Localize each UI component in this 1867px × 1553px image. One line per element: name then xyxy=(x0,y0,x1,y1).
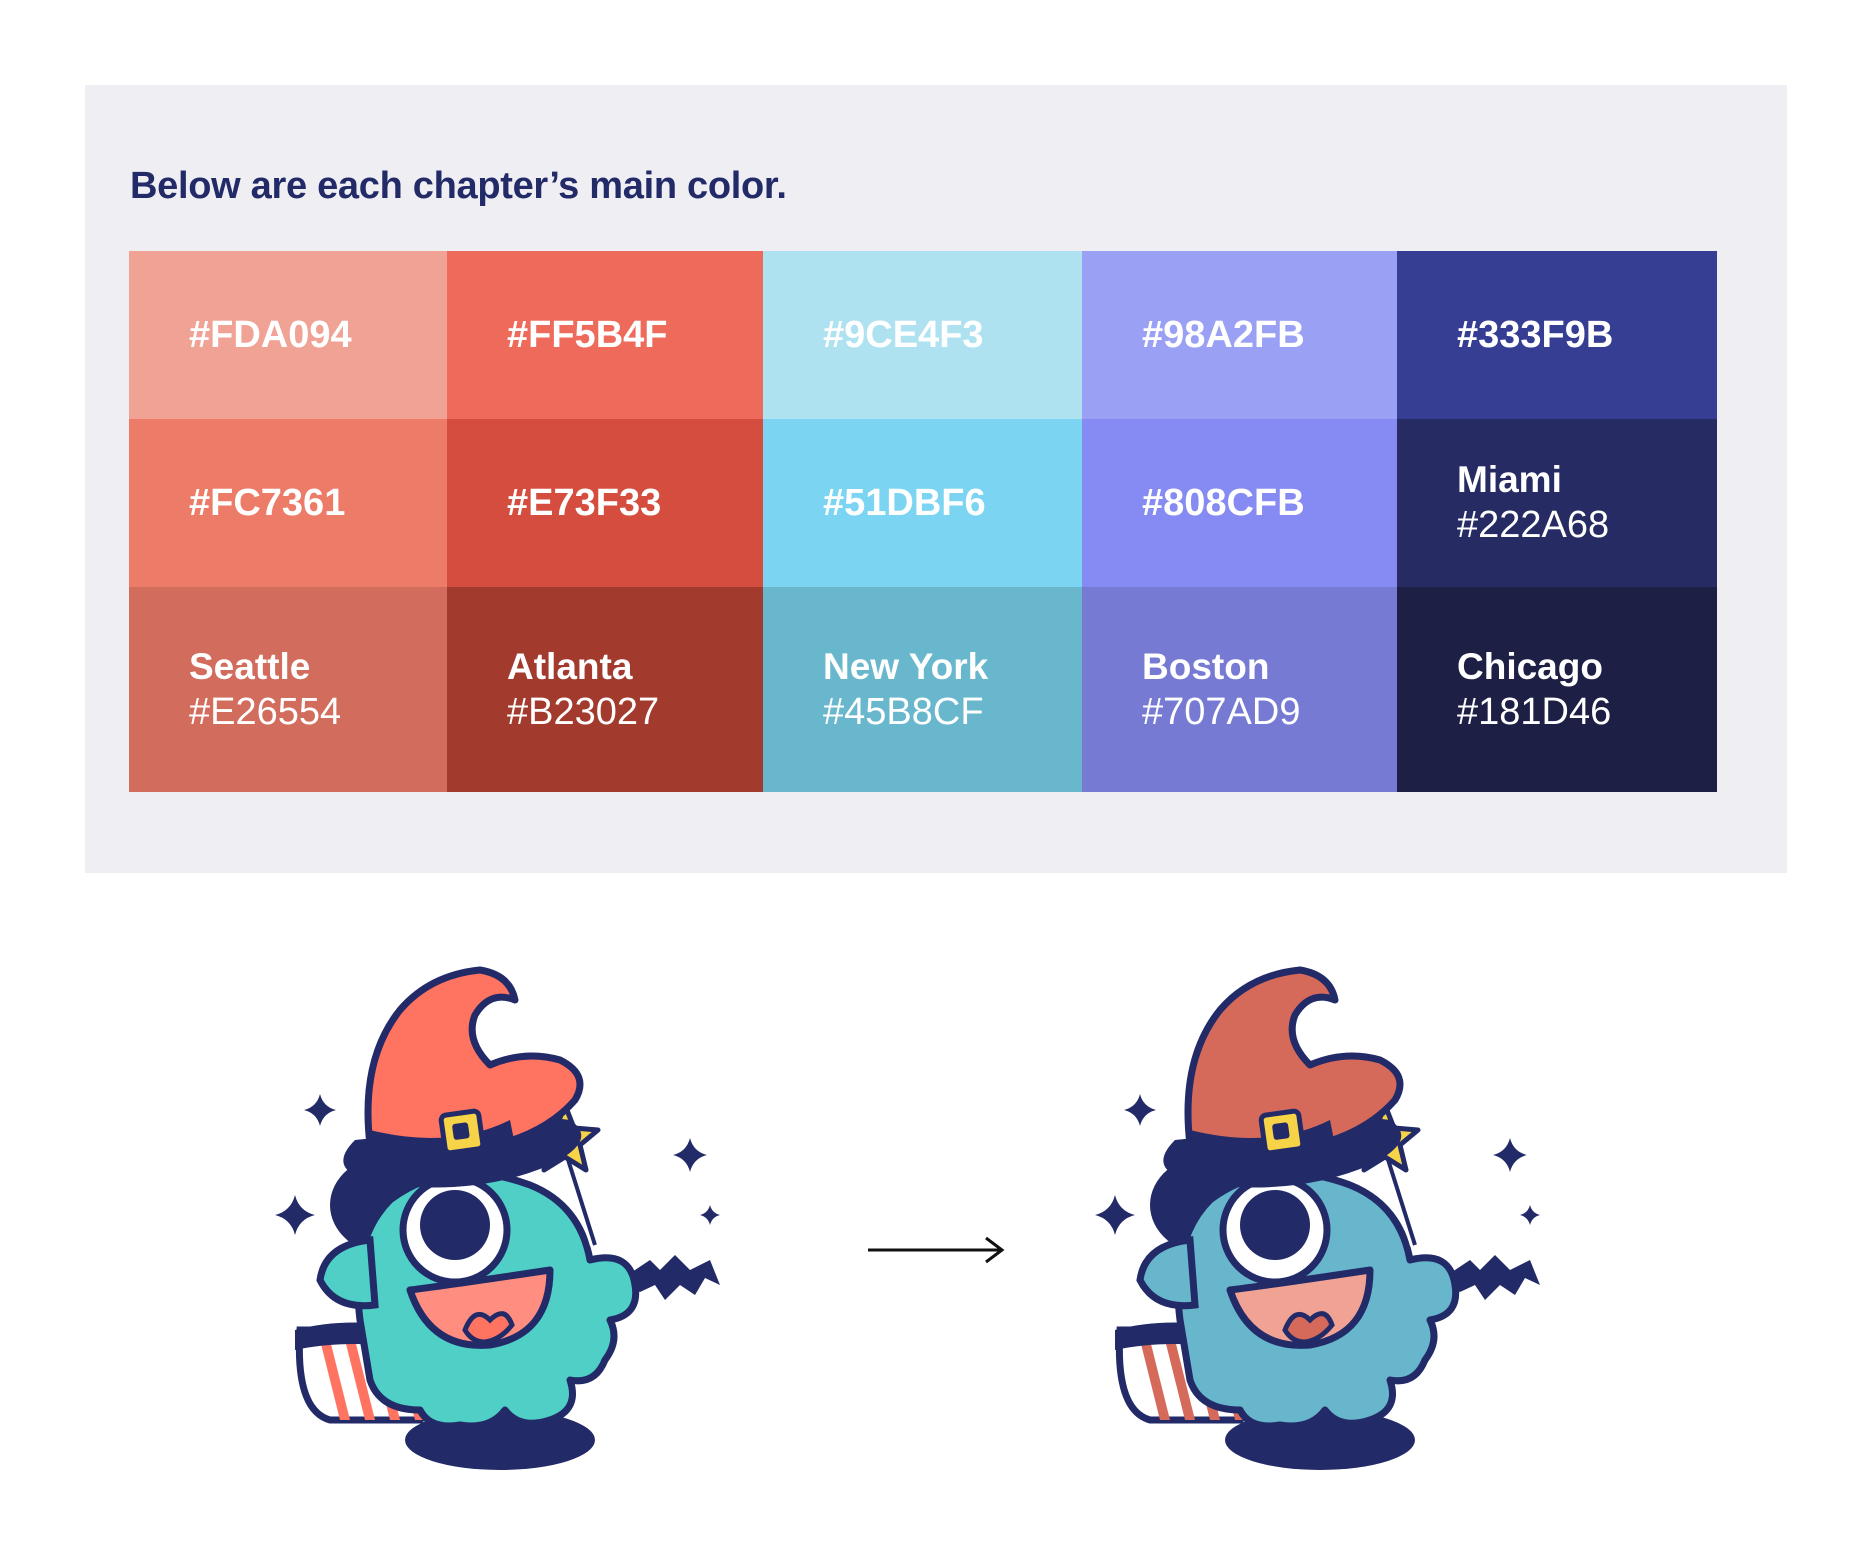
monster-arm xyxy=(1136,1236,1199,1310)
hex-code-label: #45B8CF xyxy=(823,690,984,733)
hex-code-label: #51DBF6 xyxy=(823,482,986,524)
color-palette-panel: Below are each chapter’s main color. #FD… xyxy=(85,85,1787,873)
hex-code-label: #222A68 xyxy=(1457,504,1610,546)
sparkle-icon xyxy=(700,1205,720,1225)
hex-code-label: #707AD9 xyxy=(1142,690,1301,733)
sparkle-icon xyxy=(1493,1138,1527,1172)
color-swatch: #51DBF6 xyxy=(763,419,1082,587)
chapter-city-label: Atlanta xyxy=(507,645,633,687)
hex-code-label: #FF5B4F xyxy=(507,314,668,356)
chapter-city-label: New York xyxy=(823,645,989,687)
hex-code-label: #B23027 xyxy=(507,690,660,733)
hex-code-label: #9CE4F3 xyxy=(823,314,984,356)
monster-illustration-original xyxy=(275,966,720,1470)
palette-heading: Below are each chapter’s main color. xyxy=(130,165,787,207)
eye-pupil xyxy=(1240,1190,1310,1260)
hex-code-label: #E26554 xyxy=(189,690,342,733)
chapter-city-label: Seattle xyxy=(189,645,311,687)
sparkle-icon xyxy=(304,1094,336,1126)
sparkle-icon xyxy=(1124,1094,1156,1126)
color-swatch: Chicago #181D46 xyxy=(1397,587,1717,792)
color-swatch: #98A2FB xyxy=(1082,251,1397,419)
color-swatch: Boston #707AD9 xyxy=(1082,587,1397,792)
color-swatch: #FF5B4F xyxy=(447,251,763,419)
hex-code-label: #808CFB xyxy=(1142,482,1305,524)
chapter-city-label: Miami xyxy=(1457,459,1562,500)
color-swatch: Atlanta #B23027 xyxy=(447,587,763,792)
color-swatch-grid: #FDA094 #FF5B4F #9CE4F3 #98A2FB #333F9B #FC73… xyxy=(129,251,1717,792)
color-swatch: Miami #222A68 xyxy=(1397,419,1717,587)
color-swatch: #333F9B xyxy=(1397,251,1717,419)
color-swatch: #808CFB xyxy=(1082,419,1397,587)
hex-code-label: #E73F33 xyxy=(507,482,662,524)
color-swatch: Seattle #E26554 xyxy=(129,587,447,792)
hex-code-label: #FDA094 xyxy=(189,314,352,356)
monster-arm xyxy=(316,1236,379,1310)
hat-buckle-hole xyxy=(1272,1122,1290,1140)
hex-code-label: #181D46 xyxy=(1457,690,1612,733)
sparkle-icon xyxy=(1095,1195,1135,1235)
color-swatch: #FC7361 xyxy=(129,419,447,587)
sparkle-icon xyxy=(275,1195,315,1235)
hex-code-label: #FC7361 xyxy=(189,482,346,524)
sparkle-icon xyxy=(1520,1205,1540,1225)
color-swatch: #E73F33 xyxy=(447,419,763,587)
hex-code-label: #98A2FB xyxy=(1142,314,1305,356)
sparkle-icon xyxy=(673,1138,707,1172)
hat-buckle-hole xyxy=(452,1122,470,1140)
chapter-city-label: Chicago xyxy=(1457,645,1603,687)
monster-illustration-recolored xyxy=(1095,966,1540,1470)
chapter-city-label: Boston xyxy=(1142,645,1270,687)
color-swatch: New York #45B8CF xyxy=(763,587,1082,792)
color-swatch: #FDA094 xyxy=(129,251,447,419)
hex-code-label: #333F9B xyxy=(1457,314,1614,356)
right-arrow-icon xyxy=(868,1236,1005,1264)
eye-pupil xyxy=(420,1190,490,1260)
color-swatch: #9CE4F3 xyxy=(763,251,1082,419)
